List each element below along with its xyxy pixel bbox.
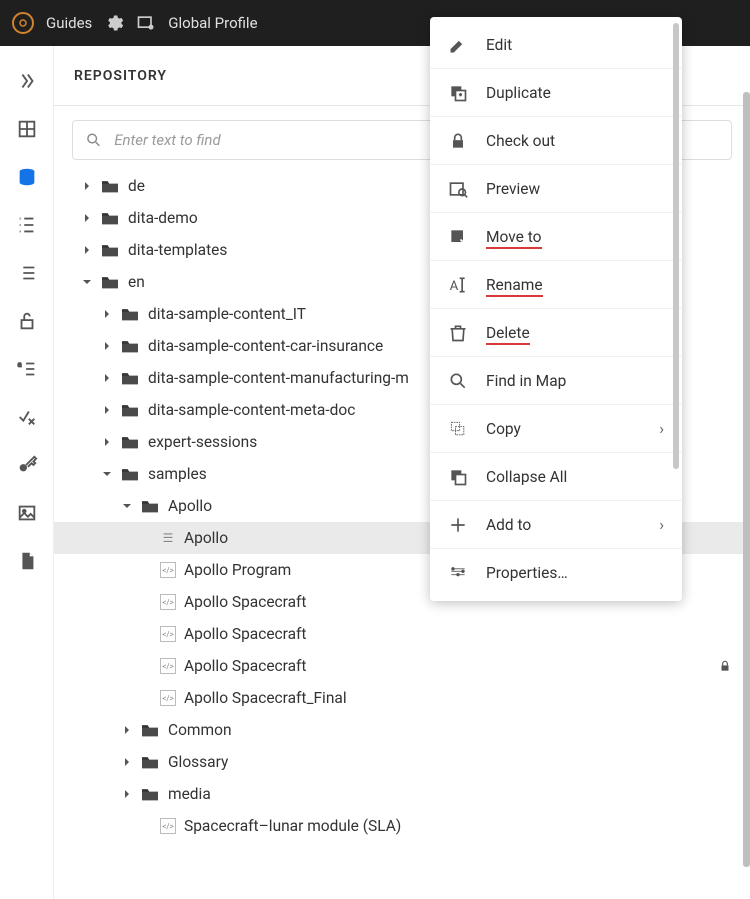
rename-icon: A — [448, 275, 468, 295]
ctx-add-to[interactable]: Add to › — [430, 501, 682, 549]
move-icon — [448, 227, 468, 247]
ctx-label: Add to — [486, 516, 641, 534]
search-icon — [448, 371, 468, 391]
lock-open-icon[interactable] — [16, 310, 38, 332]
lock-icon — [448, 131, 468, 151]
tree-label: Glossary — [168, 753, 750, 771]
ctx-edit[interactable]: Edit — [430, 21, 682, 69]
list-indent-icon[interactable] — [16, 214, 38, 236]
svg-text:A: A — [450, 279, 459, 294]
ctx-properties-[interactable]: Properties… — [430, 549, 682, 597]
tree-label: Apollo Spacecraft — [184, 625, 750, 643]
gear-icon[interactable] — [104, 13, 124, 33]
context-menu-scrollbar[interactable] — [673, 23, 679, 469]
preview-icon — [448, 179, 468, 199]
ctx-move-to[interactable]: Move to — [430, 213, 682, 261]
outline-numbered-icon[interactable]: a — [16, 358, 38, 380]
ctx-label: Delete — [486, 324, 664, 342]
svg-text:a: a — [17, 360, 21, 368]
image-icon[interactable] — [16, 502, 38, 524]
key-icon[interactable] — [16, 454, 38, 476]
ctx-label: Properties… — [486, 564, 664, 582]
ctx-preview[interactable]: Preview — [430, 165, 682, 213]
tree-label: media — [168, 785, 750, 803]
chevron-right-icon: › — [659, 515, 664, 534]
context-menu: Edit Duplicate Check out Preview Move to… — [430, 17, 682, 601]
ctx-collapse-all[interactable]: Collapse All — [430, 453, 682, 501]
ctx-label: Edit — [486, 36, 664, 54]
tree-row[interactable]: </>Apollo Spacecraft — [54, 618, 750, 650]
repository-icon[interactable] — [16, 166, 38, 188]
ctx-label: Collapse All — [486, 468, 664, 486]
app-name: Guides — [46, 14, 92, 32]
tree-label: Common — [168, 721, 750, 739]
tree-label: Apollo Spacecraft_Final — [184, 689, 750, 707]
ctx-delete[interactable]: Delete — [430, 309, 682, 357]
scrollbar[interactable] — [743, 92, 750, 867]
dup-icon — [448, 83, 468, 103]
ctx-label: Duplicate — [486, 84, 664, 102]
list-icon[interactable] — [16, 262, 38, 284]
search-icon — [85, 131, 102, 149]
ctx-find-in-map[interactable]: Find in Map — [430, 357, 682, 405]
props-icon — [448, 563, 468, 583]
tree-row[interactable]: </>Spacecraft–lunar module (SLA) — [54, 810, 750, 842]
file-icon[interactable] — [16, 550, 38, 572]
tree-label: Spacecraft–lunar module (SLA) — [184, 817, 750, 835]
ctx-check-out[interactable]: Check out — [430, 117, 682, 165]
ctx-label: Rename — [486, 276, 664, 294]
ctx-label: Move to — [486, 228, 664, 246]
profile-icon[interactable] — [136, 13, 156, 33]
validate-icon[interactable] — [16, 406, 38, 428]
ctx-label: Find in Map — [486, 372, 664, 390]
tree-row[interactable]: Common — [54, 714, 750, 746]
tree-row[interactable]: </>Apollo Spacecraft — [54, 650, 750, 682]
tree-row[interactable]: Glossary — [54, 746, 750, 778]
grid-icon[interactable] — [16, 118, 38, 140]
ctx-rename[interactable]: A Rename — [430, 261, 682, 309]
tree-row[interactable]: media — [54, 778, 750, 810]
app-logo-icon — [12, 12, 34, 34]
add-icon — [448, 515, 468, 535]
expand-rail-icon[interactable] — [16, 70, 38, 92]
ctx-label: Copy — [486, 420, 641, 438]
tree-label: Apollo Spacecraft — [184, 657, 710, 675]
profile-label: Global Profile — [168, 14, 257, 32]
pencil-icon — [448, 35, 468, 55]
ctx-copy[interactable]: Copy › — [430, 405, 682, 453]
trash-icon — [448, 323, 468, 343]
collapse-icon — [448, 467, 468, 487]
ctx-duplicate[interactable]: Duplicate — [430, 69, 682, 117]
ctx-label: Check out — [486, 132, 664, 150]
tree-row[interactable]: </>Apollo Spacecraft_Final — [54, 682, 750, 714]
ctx-label: Preview — [486, 180, 664, 198]
chevron-right-icon: › — [659, 419, 664, 438]
left-rail: a — [0, 46, 54, 899]
copy-icon — [448, 419, 468, 439]
